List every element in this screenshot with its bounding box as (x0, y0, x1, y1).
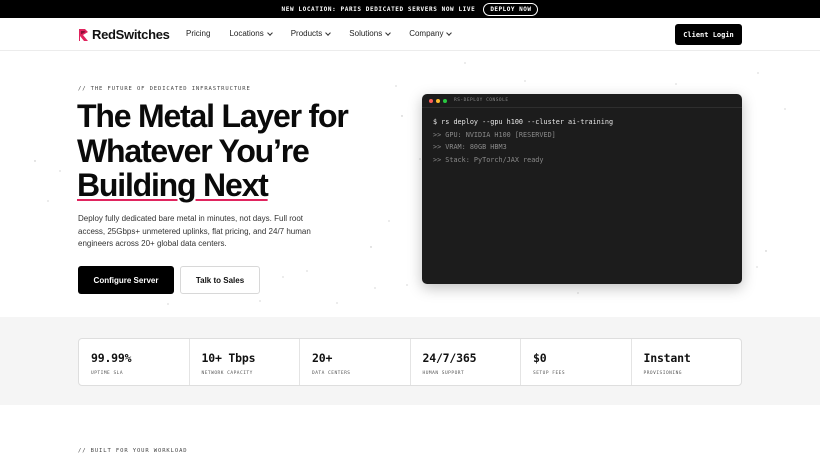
stat-label: UPTIME SLA (91, 371, 124, 376)
stat-value: $0 (533, 351, 547, 365)
chevron-down-icon (266, 29, 273, 36)
configure-server-button[interactable]: Configure Server (78, 266, 174, 294)
workload-section-eyebrow: // BUILT FOR YOUR WORKLOAD (78, 448, 188, 454)
stat-value: 24/7/365 (422, 351, 477, 365)
announcement-text: NEW LOCATION: PARIS DEDICATED SERVERS NO… (281, 5, 476, 13)
stat-value: 20+ (312, 351, 333, 365)
stat-provisioning: Instant PROVISIONING (632, 339, 742, 385)
hero-eyebrow: // THE FUTURE OF DEDICATED INFRASTRUCTUR… (78, 86, 251, 92)
stat-value: 99.99% (91, 351, 132, 365)
console-output-line: >> GPU: NVIDIA H100 [RESERVED] (433, 130, 556, 139)
stat-support: 24/7/365 HUMAN SUPPORT (411, 339, 521, 385)
console-command: $ rs deploy --gpu h100 --cluster ai-trai… (433, 118, 614, 126)
nav-item-locations[interactable]: Locations (229, 29, 273, 38)
deploy-now-button[interactable]: DEPLOY NOW (483, 2, 539, 16)
redswitches-logo-icon (79, 28, 88, 41)
nav-item-label: Locations (229, 29, 264, 38)
stat-label: HUMAN SUPPORT (422, 371, 465, 376)
window-close-dot-icon (429, 98, 433, 103)
talk-to-sales-button[interactable]: Talk to Sales (180, 266, 260, 294)
nav-item-pricing[interactable]: Pricing (186, 29, 210, 38)
stat-uptime: 99.99% UPTIME SLA (79, 339, 190, 385)
headline-line-3: Building Next (77, 167, 269, 203)
nav-item-products[interactable]: Products (290, 29, 332, 38)
stat-network: 10+ Tbps NETWORK CAPACITY (190, 339, 300, 385)
chevron-down-icon (325, 29, 332, 36)
nav-item-label: Company (409, 29, 444, 38)
top-nav: RedSwitches Pricing Locations Products S… (0, 18, 820, 51)
console-titlebar: RS-DEPLOY CONSOLE (422, 94, 742, 108)
headline-line-2: Whatever You’re (77, 132, 310, 169)
announcement-bar: NEW LOCATION: PARIS DEDICATED SERVERS NO… (0, 0, 820, 18)
main-menu: Pricing Locations Products Solutions Com… (186, 29, 470, 38)
console-output-line: >> Stack: PyTorch/JAX ready (433, 156, 544, 165)
chevron-down-icon (385, 29, 392, 36)
nav-item-company[interactable]: Company (409, 29, 453, 38)
stat-data-centers: 20+ DATA CENTERS (300, 339, 411, 385)
window-maximize-dot-icon (443, 98, 447, 103)
logo[interactable]: RedSwitches (78, 27, 170, 42)
nav-item-label: Products (290, 29, 323, 38)
stat-label: SETUP FEES (533, 371, 566, 376)
nav-item-label: Pricing (186, 29, 211, 38)
console-title: RS-DEPLOY CONSOLE (454, 98, 509, 103)
console-body: $ rs deploy --gpu h100 --cluster ai-trai… (422, 108, 742, 175)
hero-headline: The Metal Layer for Whatever You’re Buil… (77, 99, 377, 203)
console-output-line: >> VRAM: 80GB HBM3 (433, 143, 507, 152)
headline-line-1: The Metal Layer for (77, 98, 349, 134)
chevron-down-icon (446, 29, 453, 36)
deploy-console: RS-DEPLOY CONSOLE $ rs deploy --gpu h100… (422, 94, 742, 284)
stat-value: 10+ Tbps (201, 351, 256, 365)
window-minimize-dot-icon (436, 98, 440, 103)
stat-label: DATA CENTERS (312, 371, 351, 376)
stat-value: Instant (643, 351, 691, 365)
nav-item-solutions[interactable]: Solutions (349, 29, 392, 38)
stats-card: 99.99% UPTIME SLA 10+ Tbps NETWORK CAPAC… (78, 338, 742, 386)
stat-label: NETWORK CAPACITY (201, 371, 253, 376)
hero-description: Deploy fully dedicated bare metal in min… (78, 214, 311, 248)
stat-label: PROVISIONING (643, 371, 683, 376)
logo-text: RedSwitches (92, 27, 170, 42)
nav-item-label: Solutions (349, 29, 383, 38)
stat-setup-fees: $0 SETUP FEES (521, 339, 632, 385)
client-login-button[interactable]: Client Login (675, 24, 742, 45)
